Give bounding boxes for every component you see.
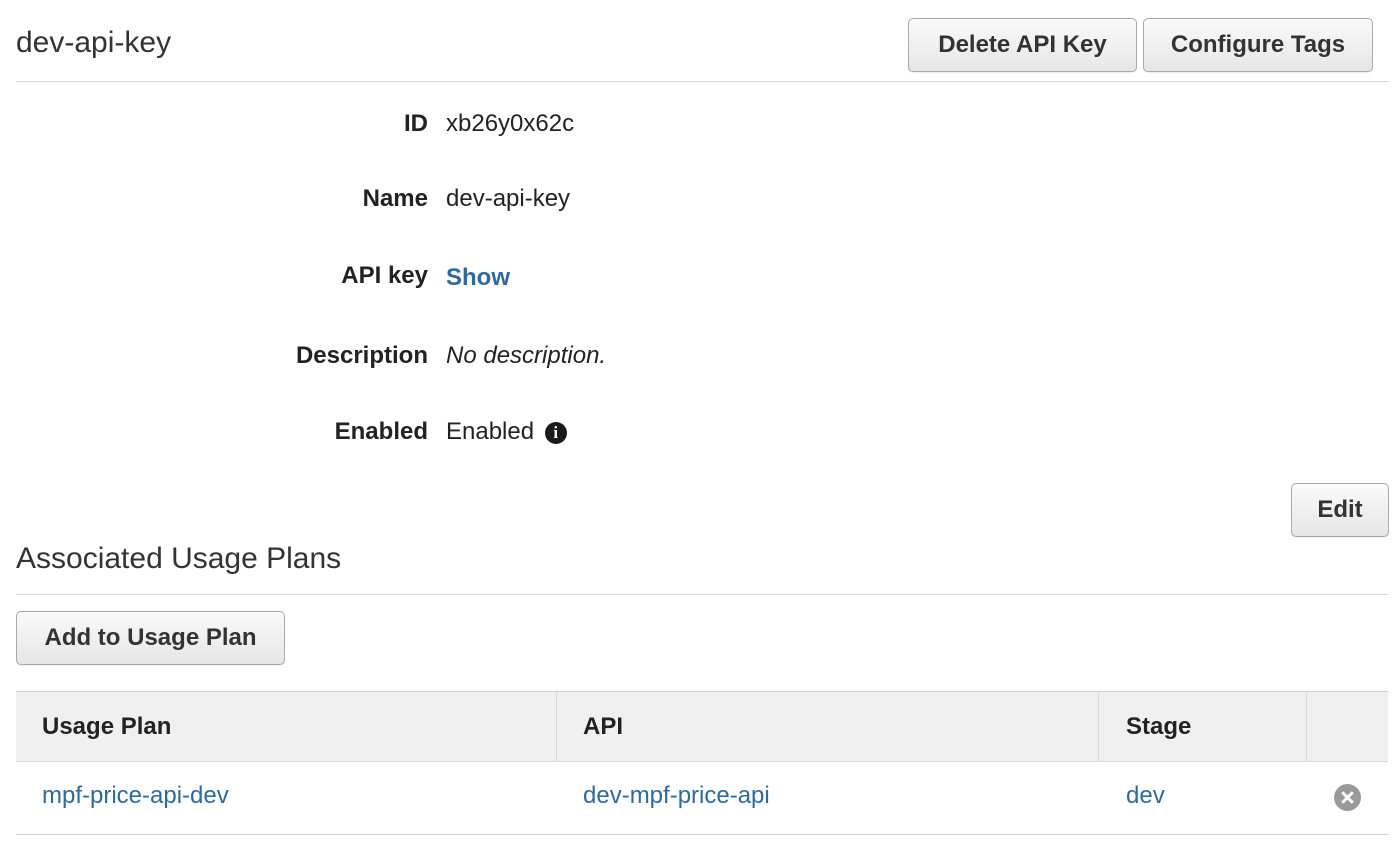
usage-plans-table: Usage Plan API Stage mpf-price-api-dev d… [16, 691, 1388, 835]
enabled-label: Enabled [334, 418, 428, 445]
usage-plans-section-title: Associated Usage Plans [16, 542, 342, 575]
table-header: Usage Plan API Stage [16, 692, 1388, 762]
page-title: dev-api-key [16, 26, 172, 59]
delete-api-key-button[interactable]: Delete API Key [908, 18, 1137, 72]
edit-button[interactable]: Edit [1291, 483, 1389, 537]
action-cell [1307, 762, 1388, 835]
enabled-value: Enabled i [446, 418, 567, 446]
name-label: Name [362, 185, 428, 212]
usage-plan-link[interactable]: mpf-price-api-dev [42, 782, 229, 809]
api-link[interactable]: dev-mpf-price-api [583, 782, 770, 809]
description-label: Description [295, 342, 428, 369]
usage-plan-cell: mpf-price-api-dev [16, 762, 557, 835]
stage-cell: dev [1099, 762, 1307, 835]
name-value: dev-api-key [446, 185, 571, 212]
section-divider [16, 594, 1388, 595]
api-key-value: Show [446, 264, 510, 292]
table-row: mpf-price-api-dev dev-mpf-price-api dev [16, 762, 1388, 835]
id-value: xb26y0x62c [446, 110, 575, 137]
api-cell: dev-mpf-price-api [557, 762, 1099, 835]
enabled-status-text: Enabled [446, 418, 535, 445]
column-header-api: API [557, 692, 1099, 762]
description-value: No description. [446, 342, 607, 369]
info-icon[interactable]: i [544, 422, 567, 444]
column-header-stage: Stage [1099, 692, 1307, 762]
column-header-actions [1307, 692, 1388, 762]
stage-link[interactable]: dev [1126, 782, 1165, 809]
column-header-usage-plan: Usage Plan [16, 692, 557, 762]
add-to-usage-plan-button[interactable]: Add to Usage Plan [16, 611, 285, 665]
remove-icon[interactable] [1334, 784, 1361, 811]
show-api-key-link[interactable]: Show [446, 264, 510, 291]
api-key-detail-page: dev-api-key Delete API Key Configure Tag… [0, 0, 1400, 855]
id-label: ID [404, 110, 428, 137]
api-key-label: API key [341, 262, 428, 289]
configure-tags-button[interactable]: Configure Tags [1143, 18, 1373, 72]
